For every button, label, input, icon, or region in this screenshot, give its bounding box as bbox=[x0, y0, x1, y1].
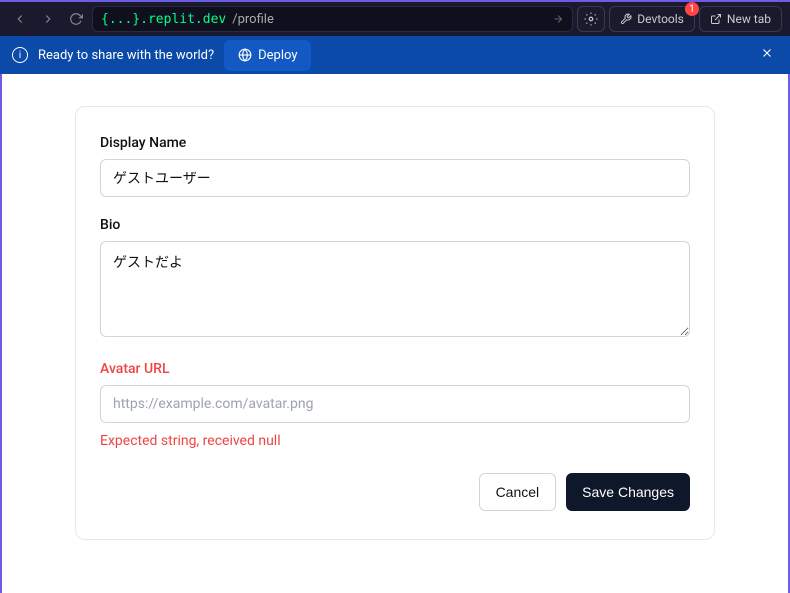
back-button[interactable] bbox=[8, 7, 32, 31]
cancel-button[interactable]: Cancel bbox=[479, 473, 557, 511]
form-actions: Cancel Save Changes bbox=[100, 473, 690, 511]
screenshot-button[interactable] bbox=[577, 6, 605, 32]
bio-textarea[interactable] bbox=[100, 241, 690, 337]
display-name-group: Display Name bbox=[100, 135, 690, 197]
close-banner-button[interactable] bbox=[756, 42, 778, 68]
url-host: {...}.replit.dev bbox=[101, 12, 226, 27]
refresh-button[interactable] bbox=[64, 7, 88, 31]
browser-toolbar: {...}.replit.dev /profile Devtools 1 New… bbox=[0, 2, 790, 36]
avatar-url-label: Avatar URL bbox=[100, 361, 690, 377]
page-content: Display Name Bio Avatar URL Expected str… bbox=[0, 74, 790, 593]
forward-button[interactable] bbox=[36, 7, 60, 31]
bio-label: Bio bbox=[100, 217, 690, 233]
go-icon bbox=[552, 10, 564, 29]
display-name-label: Display Name bbox=[100, 135, 690, 151]
profile-form-card: Display Name Bio Avatar URL Expected str… bbox=[75, 106, 715, 540]
devtools-label: Devtools bbox=[637, 12, 684, 26]
new-tab-button[interactable]: New tab bbox=[699, 6, 782, 32]
devtools-badge: 1 bbox=[685, 2, 699, 16]
save-button[interactable]: Save Changes bbox=[566, 473, 690, 511]
avatar-url-error: Expected string, received null bbox=[100, 433, 690, 449]
url-path: /profile bbox=[232, 12, 546, 27]
avatar-url-group: Avatar URL Expected string, received nul… bbox=[100, 361, 690, 449]
url-bar[interactable]: {...}.replit.dev /profile bbox=[92, 6, 573, 32]
deploy-banner: i Ready to share with the world? Deploy bbox=[0, 36, 790, 74]
avatar-url-input[interactable] bbox=[100, 385, 690, 423]
deploy-button[interactable]: Deploy bbox=[224, 40, 311, 71]
devtools-button[interactable]: Devtools 1 bbox=[609, 6, 695, 32]
deploy-message: Ready to share with the world? bbox=[38, 48, 214, 63]
bio-group: Bio bbox=[100, 217, 690, 341]
info-icon: i bbox=[12, 47, 28, 63]
new-tab-label: New tab bbox=[727, 12, 771, 26]
deploy-button-label: Deploy bbox=[258, 48, 297, 63]
display-name-input[interactable] bbox=[100, 159, 690, 197]
